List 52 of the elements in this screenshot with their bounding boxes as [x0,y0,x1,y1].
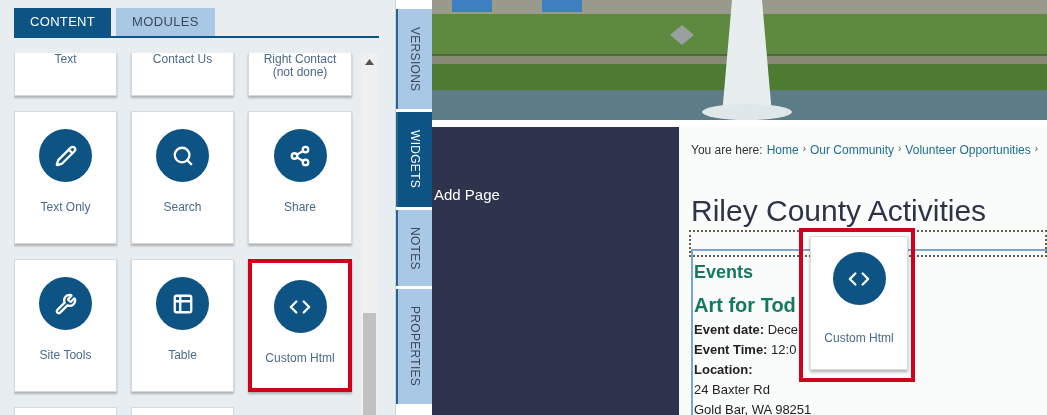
code-icon [832,252,886,305]
tile-label: Right Contact (not done) [262,53,338,79]
widget-tile[interactable]: Text Only [14,111,117,244]
section-heading: Events [694,261,754,284]
search-icon [156,129,209,182]
tile-label: Text [53,53,78,66]
tools-icon [39,277,92,330]
breadcrumb-separator: › [802,142,806,156]
address-line: 24 Baxter Rd [694,381,770,399]
panel-tab[interactable]: MODULES [116,8,215,36]
scrollbar[interactable] [361,53,378,415]
breadcrumb-link[interactable]: Home [766,141,799,159]
side-tab[interactable]: PROPERTIES [396,289,432,404]
event-detail: Event date: Dece [694,321,799,339]
breadcrumb-separator: › [1034,142,1039,156]
widget-tile[interactable]: Table [131,259,234,392]
widget-tile[interactable]: Share [248,111,352,244]
code-icon [273,280,327,333]
event-detail: Event Time: 12:0 [694,341,797,359]
tile-label: Custom Html [824,330,894,347]
breadcrumb-separator: › [898,142,902,156]
event-detail: Location: [694,361,753,379]
widget-tile[interactable]: Search [131,111,234,244]
dragged-tile[interactable]: Custom Html [810,236,908,370]
side-tab[interactable]: NOTES [396,210,432,286]
breadcrumb-link[interactable]: Volunteer Opportunities [905,141,1031,159]
event-title: Art for Tod [694,293,796,318]
scroll-thumb[interactable] [363,313,376,415]
side-tab[interactable]: WIDGETS [396,112,432,207]
side-tab[interactable]: VERSIONS [396,9,432,109]
tile-label: Contact Us [151,53,214,66]
widget-tile[interactable]: Site Tools [14,259,117,392]
tile-label: Table [167,349,198,362]
panel-tab[interactable]: CONTENT [14,8,112,36]
tile-label: Custom Html [264,352,336,365]
tile-label: Share [283,201,317,214]
widget-tile[interactable]: Right Contact (not done) [248,53,352,96]
table-icon [156,277,209,330]
tile-label: Text Only [39,201,92,214]
tile-label: Site Tools [38,349,93,362]
widget-tile[interactable]: Custom Html [248,259,352,392]
address-line: Gold Bar, WA 98251 [694,401,812,415]
tile-label: Search [162,201,203,214]
breadcrumb-link[interactable]: Our Community [810,141,894,159]
widget-tile[interactable]: Contact Us [131,53,234,96]
widget-tile[interactable]: Text [14,53,117,96]
scroll-up-icon[interactable] [365,59,374,65]
brush-icon [39,129,92,182]
breadcrumb-prefix: You are here: [691,142,763,159]
nav-item[interactable]: Add Page [434,186,500,203]
share-icon [273,129,327,182]
page-title: Riley County Activities [691,193,988,229]
